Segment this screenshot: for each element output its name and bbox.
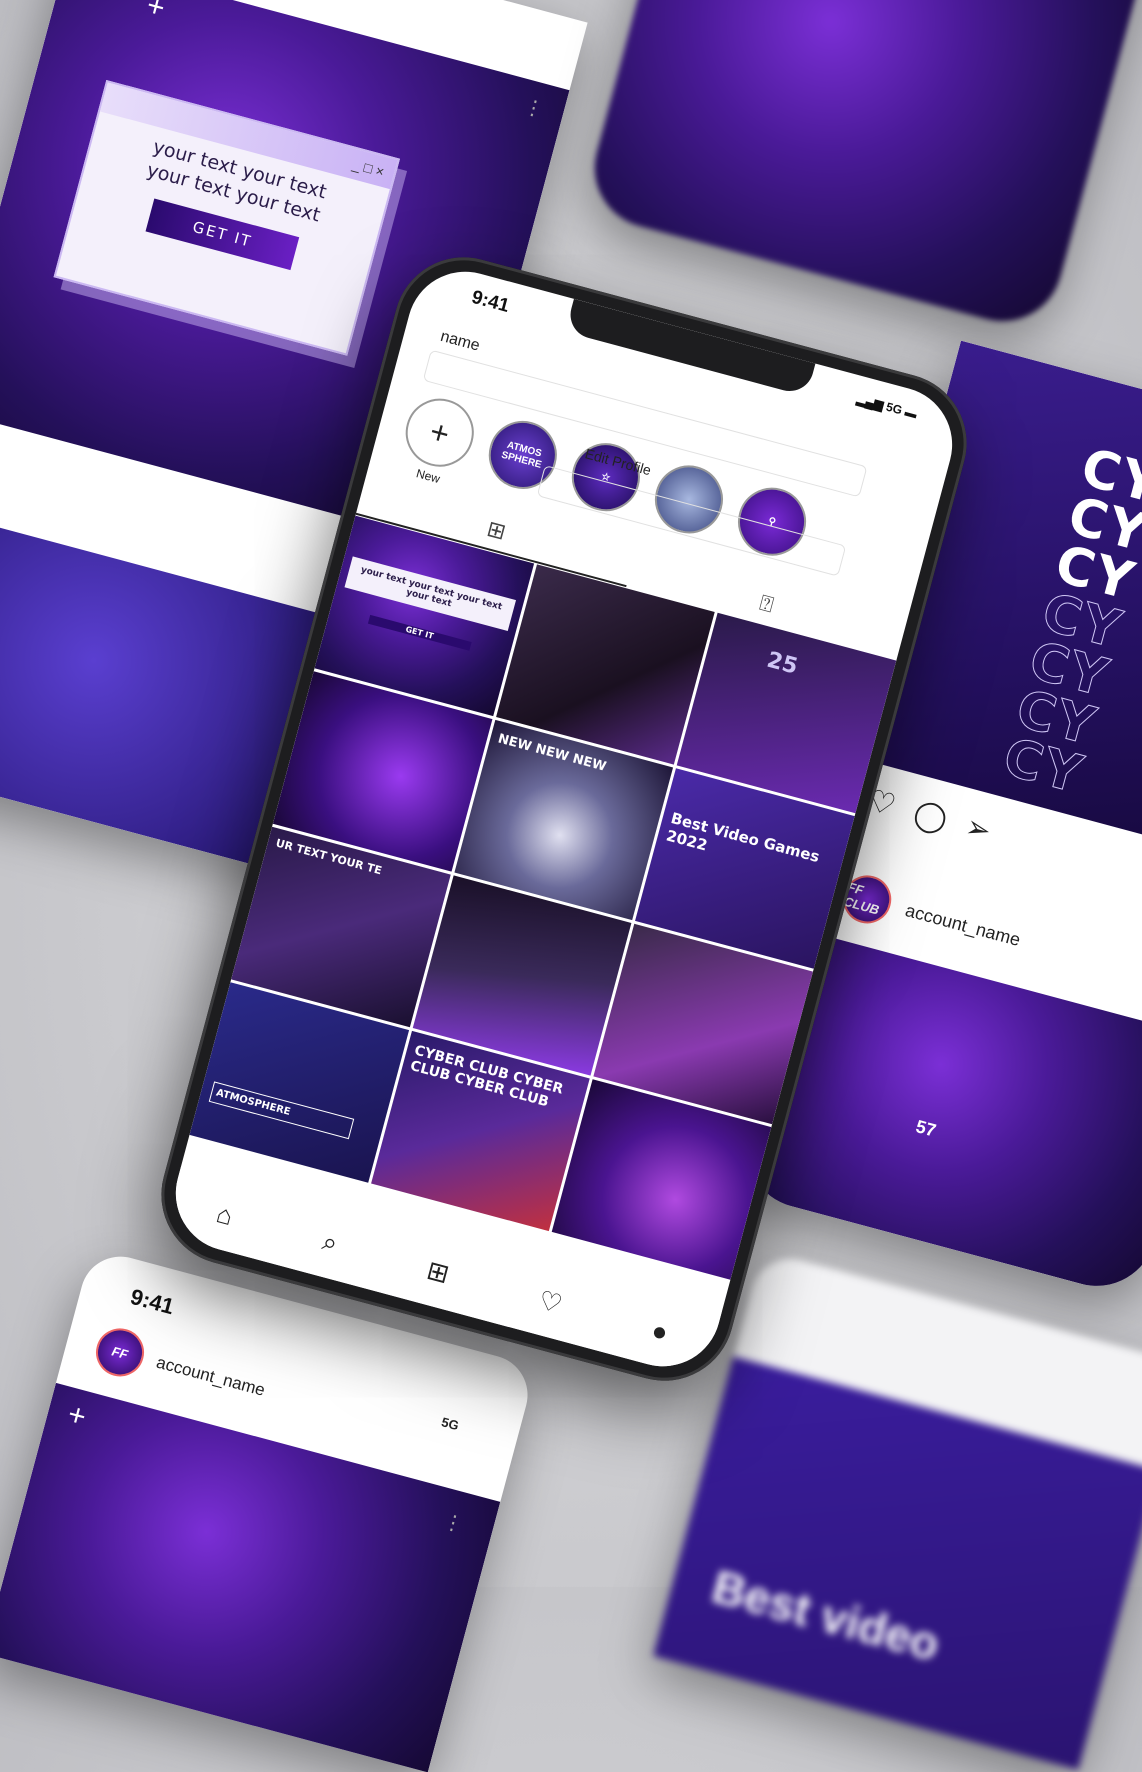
- notch: [565, 298, 816, 397]
- plus-icon[interactable]: +: [143, 0, 168, 26]
- status-time: 9:41: [127, 1283, 177, 1320]
- comment-icon[interactable]: ◯: [910, 795, 951, 837]
- more-options-icon[interactable]: ⋮: [521, 93, 547, 122]
- post-media: Best video: [653, 1356, 1142, 1770]
- post-media: [581, 0, 1142, 335]
- account-name[interactable]: account_name: [154, 1353, 267, 1401]
- headline: Best video: [706, 1560, 945, 1671]
- account-name[interactable]: account_name: [903, 900, 1022, 951]
- signal-indicator: 5G: [439, 1414, 461, 1434]
- post-actions: ♡ ◯ ➢: [864, 783, 995, 849]
- profile-icon[interactable]: ●: [648, 1314, 672, 1348]
- send-icon[interactable]: ➢: [962, 809, 995, 849]
- post-media: + ⋮: [0, 1382, 501, 1772]
- home-icon[interactable]: ⌂: [213, 1198, 236, 1232]
- status-time: 9:41: [469, 286, 512, 317]
- avatar[interactable]: FF: [90, 1323, 150, 1382]
- more-options-icon[interactable]: ⋮: [440, 1508, 466, 1537]
- plus-icon[interactable]: +: [64, 1398, 89, 1435]
- heart-icon[interactable]: ♡: [535, 1284, 565, 1320]
- add-icon[interactable]: ⊞: [424, 1254, 453, 1290]
- add-story-icon[interactable]: +: [398, 391, 482, 475]
- popup-window: _ □ × your text your text your text your…: [53, 80, 400, 356]
- signal-indicator: ▂▄▆ 5G ▬: [855, 391, 919, 422]
- search-icon[interactable]: ⌕: [319, 1226, 341, 1261]
- new-story[interactable]: + New: [393, 391, 482, 492]
- counter: 57: [913, 1116, 939, 1141]
- post-card-top-center: [581, 0, 1142, 335]
- username-label: name: [438, 327, 482, 355]
